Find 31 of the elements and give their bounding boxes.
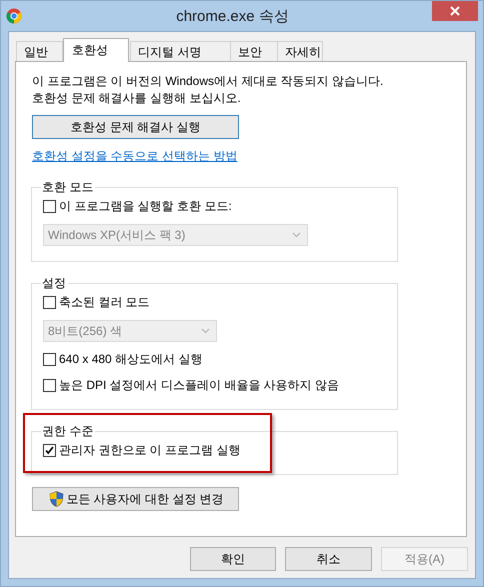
checkbox-label: 축소된 컬러 모드	[59, 294, 150, 311]
message-text: 호환성 문제 해결사를 실행해 보십시오.	[32, 90, 242, 107]
dialog-button[interactable]: 확인	[190, 547, 276, 571]
checkbox[interactable]	[43, 444, 56, 457]
close-button[interactable]	[432, 1, 478, 21]
help-link[interactable]: 호환성 설정을 수동으로 선택하는 방법	[32, 148, 238, 165]
window-title: chrome.exe 속성	[175, 6, 290, 26]
group-title: 호환 모드	[41, 179, 94, 196]
troubleshooter-button[interactable]: 호환성 문제 해결사 실행	[32, 115, 239, 139]
group-title: 권한 수준	[41, 423, 94, 440]
tab[interactable]: 호환성	[63, 38, 129, 62]
group-title: 설정	[41, 275, 67, 292]
checkbox[interactable]	[43, 379, 56, 392]
tab[interactable]: 디지털 서명	[130, 41, 231, 62]
change-settings-button[interactable]: 모든 사용자에 대한 설정 변경	[32, 487, 239, 511]
close-icon	[450, 6, 460, 16]
checkbox[interactable]	[43, 296, 56, 309]
checkbox[interactable]	[43, 200, 56, 213]
checkbox-label: 높은 DPI 설정에서 디스플레이 배율을 사용하지 않음	[59, 377, 340, 394]
shield-icon	[49, 491, 64, 507]
checkbox-label: 640 x 480 해상도에서 실행	[59, 351, 202, 368]
checkbox-label: 관리자 권한으로 이 프로그램 실행	[59, 442, 240, 459]
app-icon	[6, 8, 22, 24]
chevron-down-icon	[292, 232, 301, 238]
message-text: 이 프로그램은 이 버전의 Windows에서 제대로 작동되지 않습니다.	[32, 73, 384, 90]
checkbox-label: 이 프로그램을 실행할 호환 모드:	[59, 198, 232, 215]
tab[interactable]: 일반	[16, 41, 63, 62]
checkbox[interactable]	[43, 353, 56, 366]
tab[interactable]: 자세히	[277, 41, 323, 62]
dialog-button[interactable]: 취소	[285, 547, 372, 571]
chevron-down-icon	[201, 328, 210, 334]
